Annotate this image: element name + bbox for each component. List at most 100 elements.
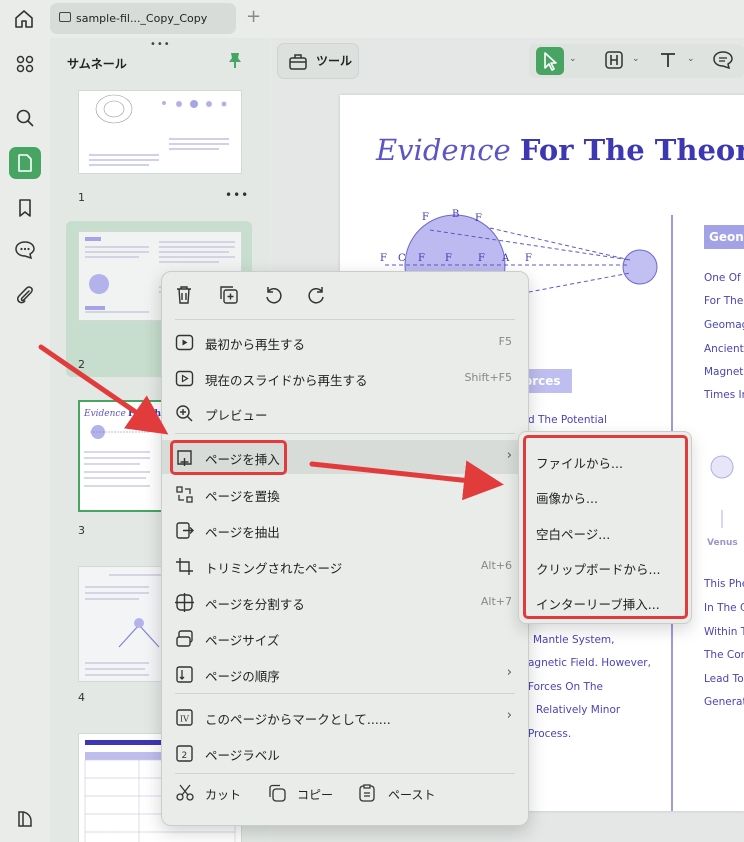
page-size-icon [175,629,194,648]
menu-item-mark-from-page[interactable]: IV このページからマークとして...... › [162,700,528,734]
chevron-down-icon[interactable]: ⌄ [569,54,577,64]
svg-text:F: F [380,253,387,264]
menu-item-shortcut: F5 [498,335,512,348]
cut-label: カット [205,788,242,802]
tool-button[interactable]: ツール [277,43,359,79]
svg-text:F: F [478,253,485,264]
body-text: Geomag [704,319,744,331]
duplicate-page-icon[interactable] [219,285,239,309]
body-text: For The [704,295,744,307]
page-thumbnail-1[interactable] [78,90,242,174]
menu-item-shortcut: Shift+F5 [464,371,512,384]
page-number-1: 1 [78,191,85,204]
select-cursor-icon[interactable] [536,47,564,75]
svg-text:A: A [501,253,510,264]
comment-icon[interactable] [9,234,41,266]
body-text: agnetic Field. However, [528,657,651,669]
menu-item-label: 最初から再生する [205,337,306,352]
menu-item-label: プレビュー [205,408,268,423]
menu-divider [175,773,515,774]
menu-item-play-from-start[interactable]: 最初から再生する F5 [162,325,528,359]
menu-item-label: ページを置換 [205,489,280,504]
delete-icon[interactable] [175,285,193,309]
body-text: Mantle System, [533,634,615,646]
document-tab[interactable]: sample-fil..._Copy_Copy [50,3,236,34]
crop-icon [175,557,194,576]
menu-divider [175,433,515,434]
menu-item-page-size[interactable]: ページサイズ [162,621,528,655]
body-text: Relatively Minor [536,704,621,716]
svg-text:F: F [445,253,452,264]
menu-item-page-label[interactable]: 2 ページラベル [162,736,528,770]
menu-quick-actions [162,272,528,320]
rotate-left-icon[interactable] [263,285,283,309]
chevron-right-icon: › [506,708,512,723]
sidebar-toggle-icon[interactable] [9,803,41,835]
thumbnail-page-icon[interactable] [9,147,41,179]
menu-item-split-page[interactable]: ページを分割する Alt+7 [162,585,528,619]
menu-item-page-order[interactable]: ページの順序 › [162,657,528,691]
menu-item-label: ページラベル [205,748,280,763]
body-text: Generat [704,696,744,708]
menu-item-shortcut: Alt+6 [480,559,512,572]
search-icon[interactable] [9,102,41,134]
body-text: Magnet [704,366,744,378]
tab-bar: sample-fil..._Copy_Copy + [0,0,744,38]
chevron-down-icon[interactable]: ⌄ [687,54,695,64]
pin-icon[interactable] [228,52,242,72]
menu-divider [175,693,515,694]
svg-text:F: F [525,253,532,264]
menu-item-cropped-pages[interactable]: トリミングされたページ Alt+6 [162,549,528,583]
svg-text:F: F [422,212,429,223]
page-number-3: 3 [78,524,85,537]
body-text: One Of [704,272,741,284]
paste-label: ペースト [388,788,436,802]
apps-icon[interactable] [9,48,41,80]
menu-item-preview[interactable]: プレビュー [162,396,528,430]
new-tab-button[interactable]: + [246,6,261,27]
page-number-4: 4 [78,691,85,704]
bookmark-icon[interactable] [9,192,41,224]
svg-text:F: F [475,213,482,224]
page-label-icon: 2 [175,744,194,763]
menu-item-label: このページからマークとして...... [205,712,391,727]
clipboard-icon [358,784,376,805]
svg-text:IV: IV [180,715,189,724]
body-text: Lead To [704,673,744,685]
svg-text:Evidence: Evidence [83,409,126,419]
menu-item-extract-page[interactable]: ページを抽出 [162,513,528,547]
copy-icon [267,784,287,805]
annotation-highlight-box [523,435,688,619]
page-order-icon [175,665,194,684]
body-text: Process. [528,728,572,740]
svg-text:F: F [418,253,425,264]
zoom-in-icon [175,404,194,423]
body-text: d The Potential [528,414,607,426]
body-text: Within T [704,626,744,638]
tool-button-label: ツール [316,54,353,68]
comment-tool-icon[interactable] [712,50,734,74]
body-text: Forces On The [528,681,604,693]
extract-page-icon [175,521,194,540]
thumbnail-panel-title: サムネール [67,57,127,71]
play-current-icon [175,369,194,388]
menu-item-play-current[interactable]: 現在のスライドから再生する Shift+F5 [162,361,528,395]
replace-page-icon [175,485,194,504]
attachment-icon[interactable] [9,279,41,311]
svg-text:B: B [452,209,459,220]
menu-item-replace-page[interactable]: ページを置換 [162,477,528,511]
rotate-right-icon[interactable] [307,285,327,309]
copy-label: コピー [297,788,334,802]
svg-text:C: C [398,253,406,264]
page-more-button[interactable]: ••• [225,188,249,202]
menu-item-label: ページの順序 [205,669,280,684]
home-icon[interactable] [12,7,36,31]
chevron-down-icon[interactable]: ⌄ [632,54,640,64]
panel-drag-handle[interactable]: ••• [150,39,171,50]
document-tab-icon [59,12,71,22]
chevron-right-icon: › [506,448,512,463]
heading-icon[interactable] [604,50,624,74]
roman-numeral-icon: IV [175,708,194,727]
text-tool-icon[interactable] [658,50,678,74]
context-menu: 最初から再生する F5 現在のスライドから再生する Shift+F5 プレビュー… [161,271,529,826]
